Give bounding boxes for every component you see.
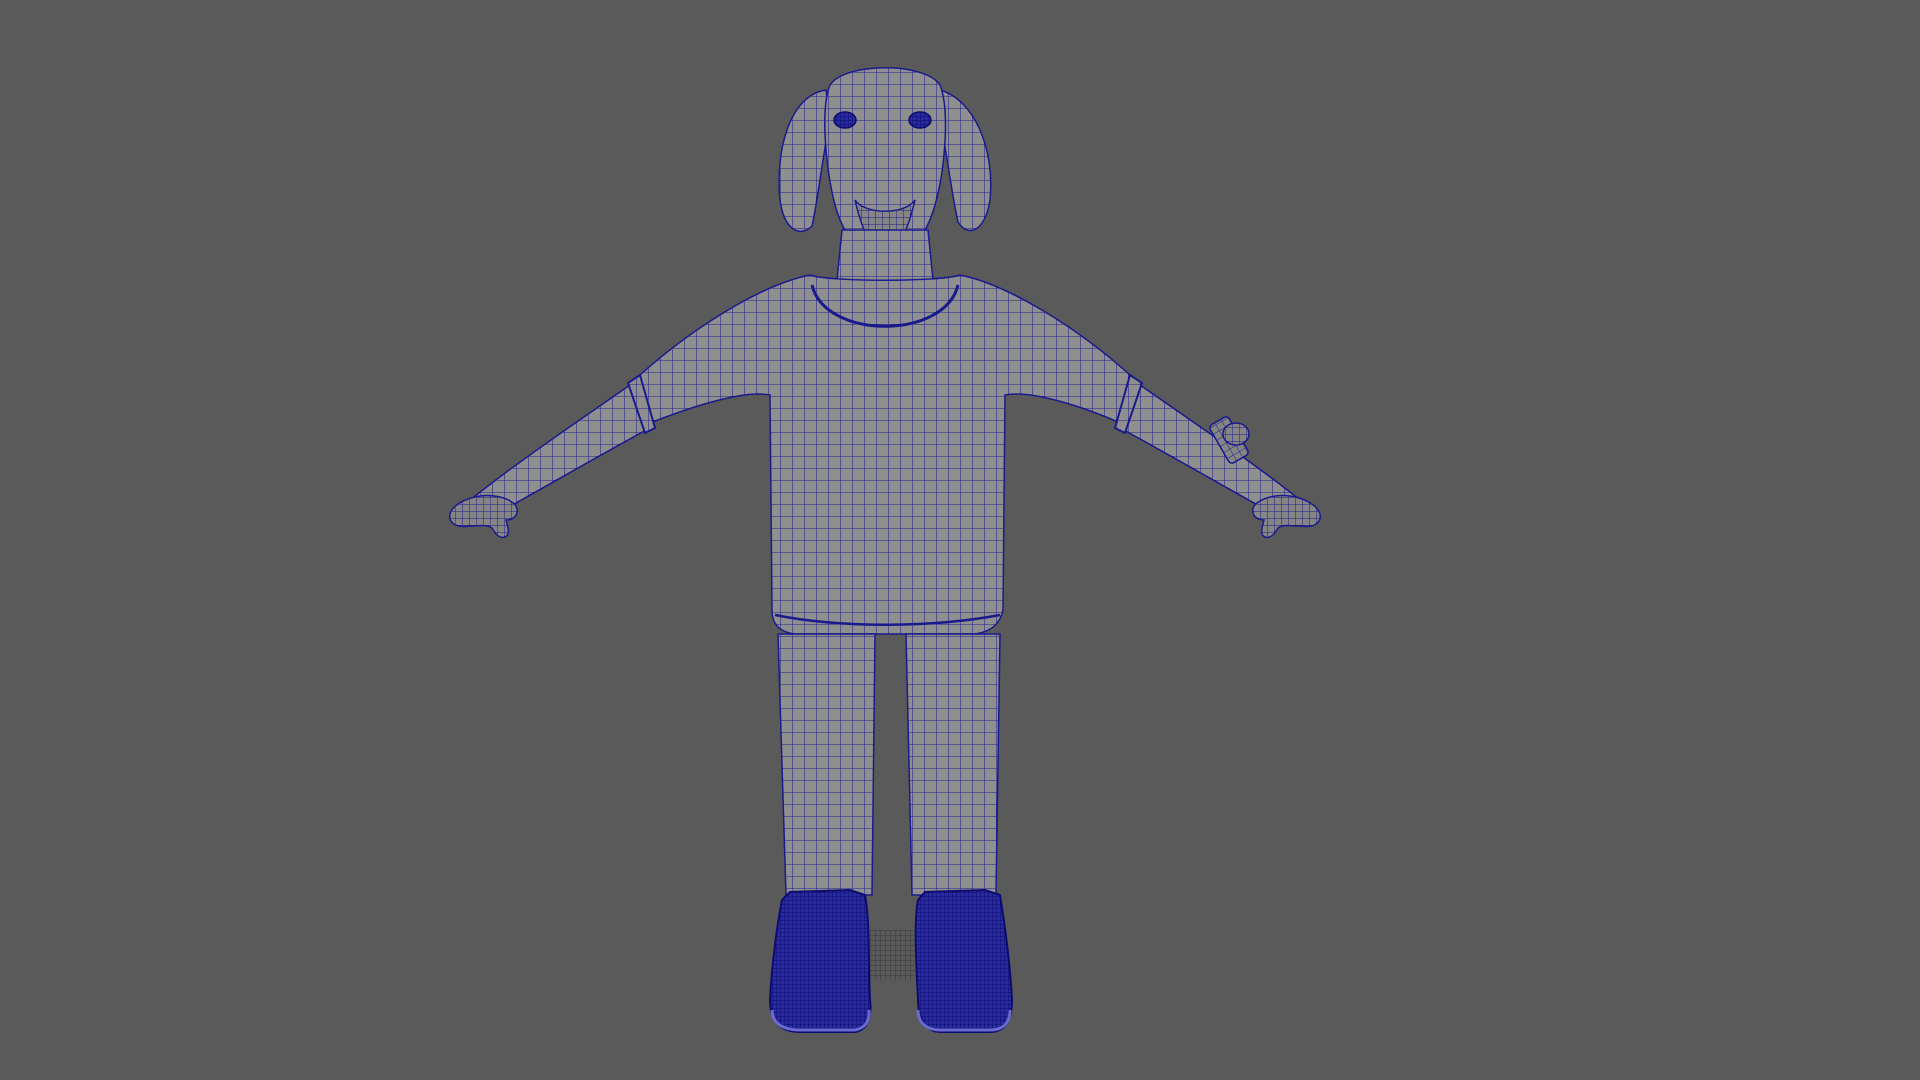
left-eye xyxy=(833,111,857,129)
right-sneaker[interactable] xyxy=(914,888,1014,1033)
wireframe-model-canvas[interactable] xyxy=(0,0,1920,1080)
right-pant-leg[interactable] xyxy=(905,633,1001,896)
left-hand[interactable] xyxy=(449,494,518,539)
right-ear[interactable] xyxy=(939,89,992,232)
left-ear[interactable] xyxy=(778,89,831,233)
watch-face xyxy=(1222,422,1250,446)
right-eye xyxy=(908,111,932,129)
right-hand[interactable] xyxy=(1252,494,1321,539)
shirt-torso[interactable] xyxy=(639,274,1131,635)
left-sneaker[interactable] xyxy=(768,888,872,1033)
left-pant-leg[interactable] xyxy=(777,633,876,896)
3d-viewport[interactable] xyxy=(0,0,1920,1080)
